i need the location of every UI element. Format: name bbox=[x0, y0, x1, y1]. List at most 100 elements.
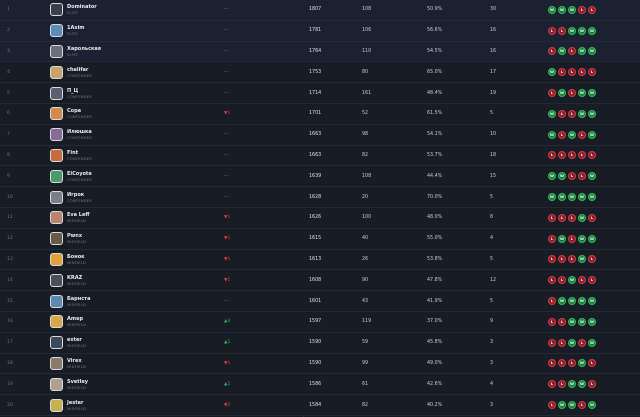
avatar[interactable] bbox=[50, 270, 63, 290]
elo-rating: 1590 bbox=[309, 340, 322, 346]
avatar[interactable] bbox=[50, 395, 63, 415]
leaderboard-row[interactable]: 14 KRAZ MIDFIELD ▼1 1608 90 47.8% 12 L L W L L bbox=[0, 270, 640, 292]
player-info[interactable]: chalifar CONTENDER bbox=[67, 62, 92, 82]
player-tier: MIDFIELD bbox=[67, 405, 86, 411]
leaderboard-row[interactable]: 18 Virex MIDFIELD ▼1 1590 99 49.0% 3 L L L W L bbox=[0, 353, 640, 375]
stat-value: 3 bbox=[490, 360, 494, 366]
player-info[interactable]: Сора CONTENDER bbox=[67, 104, 92, 124]
avatar[interactable] bbox=[50, 333, 63, 353]
avatar-image bbox=[50, 44, 63, 58]
leaderboard-row[interactable]: 6 Сора CONTENDER ▼1 1701 52 61.5% 5 W L L W W bbox=[0, 103, 640, 125]
form-result-win: W bbox=[548, 109, 556, 118]
form-result-win: W bbox=[588, 47, 596, 56]
player-info[interactable]: Eva Leff MIDFIELD bbox=[67, 208, 89, 228]
games-played: 110 bbox=[362, 48, 372, 54]
form-result-win: W bbox=[578, 255, 586, 264]
win-rate: 56.6% bbox=[427, 28, 443, 34]
leaderboard-row[interactable]: 19 Svetley MIDFIELD ▲1 1586 61 42.6% 4 L L W W L bbox=[0, 374, 640, 396]
form-result-win: W bbox=[568, 193, 576, 202]
leaderboard-rows: 1 Dominator ELITE —1807 108 50.9% 30 W W W L L 2 1Axi… bbox=[0, 0, 640, 416]
rank-change-value: — bbox=[224, 132, 229, 138]
player-info[interactable]: Jester MIDFIELD bbox=[67, 395, 86, 415]
player-info[interactable]: Игрок CONTENDER bbox=[67, 187, 92, 207]
avatar[interactable] bbox=[50, 62, 63, 82]
player-info[interactable]: Dominator ELITE bbox=[67, 0, 97, 20]
leaderboard-row[interactable]: 20 Jester MIDFIELD ▼2 1584 82 40.2% 3 L W W L W bbox=[0, 395, 640, 416]
avatar[interactable] bbox=[50, 21, 63, 41]
player-info[interactable]: П_Ц CONTENDER bbox=[67, 83, 92, 103]
form-result-win: W bbox=[578, 193, 586, 202]
recent-form: WLLLL bbox=[548, 62, 596, 82]
rank-change: ▼2 bbox=[224, 395, 254, 415]
avatar[interactable] bbox=[50, 0, 63, 20]
games-played: 52 bbox=[362, 111, 369, 117]
avatar[interactable] bbox=[50, 312, 63, 332]
leaderboard-row[interactable]: 12 Pwnx MIDFIELD ▼1 1615 40 55.0% 4 L W L W W bbox=[0, 228, 640, 250]
player-info[interactable]: Pwnx MIDFIELD bbox=[67, 229, 86, 249]
rank-number: 3 bbox=[7, 48, 10, 54]
leaderboard-row[interactable]: 17 exter MIDFIELD ▲1 1590 59 45.8% 3 L L W L W bbox=[0, 332, 640, 354]
leaderboard-row[interactable]: 3 Харольская ELITE —1764 110 54.5% 16 L W L W W bbox=[0, 41, 640, 63]
player-info[interactable]: Svetley MIDFIELD bbox=[67, 374, 88, 394]
leaderboard-row[interactable]: 8 Fint CONTENDER —1663 82 53.7% 18 L L L L L bbox=[0, 145, 640, 167]
player-tier: ELITE bbox=[67, 51, 78, 57]
stat-value: 4 bbox=[490, 381, 494, 387]
form-result-win: W bbox=[578, 359, 586, 368]
avatar[interactable] bbox=[50, 208, 63, 228]
avatar[interactable] bbox=[50, 374, 63, 394]
leaderboard-row[interactable]: 11 Eva Leff MIDFIELD ▼1 1626 100 48.0% 8 L L L W L bbox=[0, 207, 640, 229]
rank-number: 20 bbox=[7, 402, 13, 408]
form-result-loss: L bbox=[558, 380, 566, 389]
form-result-loss: L bbox=[558, 151, 566, 160]
leaderboard-row[interactable]: 13 Бонок MIDFIELD ▼1 1613 26 53.8% 5 L L L W L bbox=[0, 249, 640, 271]
avatar[interactable] bbox=[50, 42, 63, 62]
leaderboard-row[interactable]: 16 Amep MIDFIELD ▲4 1597 119 37.0% 9 L L W W W bbox=[0, 311, 640, 333]
leaderboard-row[interactable]: 4 chalifar CONTENDER —1753 80 65.0% 17 W L L L L bbox=[0, 62, 640, 84]
avatar[interactable] bbox=[50, 291, 63, 311]
leaderboard-row[interactable]: 1 Dominator ELITE —1807 108 50.9% 30 W W W L L bbox=[0, 0, 640, 21]
player-info[interactable]: Fint CONTENDER bbox=[67, 146, 92, 166]
player-info[interactable]: Харольская ELITE bbox=[67, 42, 101, 62]
form-result-win: W bbox=[568, 130, 576, 139]
leaderboard-row[interactable]: 5 П_Ц CONTENDER —1714 161 48.4% 19 L W L W W bbox=[0, 83, 640, 104]
leaderboard-row[interactable]: 9 ElCoyote CONTENDER —1639 108 44.4% 15 W W L L W bbox=[0, 166, 640, 188]
player-info[interactable]: ElCoyote CONTENDER bbox=[67, 166, 92, 186]
rank-change: ▼1 bbox=[224, 270, 254, 290]
form-result-loss: L bbox=[558, 255, 566, 264]
recent-form: LLWWW bbox=[548, 21, 596, 41]
player-info[interactable]: Virex MIDFIELD bbox=[67, 354, 86, 374]
elo-rating: 1639 bbox=[309, 173, 322, 179]
avatar-image bbox=[50, 315, 63, 329]
avatar-image bbox=[50, 336, 63, 350]
avatar[interactable] bbox=[50, 104, 63, 124]
form-result-win: W bbox=[558, 5, 566, 14]
form-result-win: W bbox=[578, 26, 586, 35]
avatar[interactable] bbox=[50, 354, 63, 374]
form-result-win: W bbox=[558, 89, 566, 98]
player-info[interactable]: KRAZ MIDFIELD bbox=[67, 270, 86, 290]
leaderboard-row[interactable]: 10 Игрок CONTENDER —1628 20 70.0% 5 W W W W W bbox=[0, 187, 640, 208]
form-result-win: W bbox=[568, 338, 576, 347]
player-info[interactable]: Бонок MIDFIELD bbox=[67, 250, 86, 270]
player-info[interactable]: Илюшка CONTENDER bbox=[67, 125, 92, 145]
leaderboard-row[interactable]: 15 Барнста MIDFIELD —1601 43 41.9% 5 L W W W W bbox=[0, 291, 640, 312]
avatar[interactable] bbox=[50, 146, 63, 166]
avatar[interactable] bbox=[50, 125, 63, 145]
avatar[interactable] bbox=[50, 83, 63, 103]
avatar-image bbox=[50, 169, 63, 183]
avatar[interactable] bbox=[50, 250, 63, 270]
player-info[interactable]: Барнста MIDFIELD bbox=[67, 291, 90, 311]
avatar[interactable] bbox=[50, 187, 63, 207]
leaderboard-row[interactable]: 2 1Axim ELITE —1781 106 56.6% 16 L L W W W bbox=[0, 20, 640, 42]
form-result-win: W bbox=[588, 26, 596, 35]
player-info[interactable]: Amep MIDFIELD bbox=[67, 312, 86, 332]
recent-form: LLLWL bbox=[548, 250, 596, 270]
games-played: 100 bbox=[362, 215, 372, 221]
avatar[interactable] bbox=[50, 229, 63, 249]
player-info[interactable]: 1Axim ELITE bbox=[67, 21, 85, 41]
form-result-loss: L bbox=[548, 317, 556, 326]
leaderboard-row[interactable]: 7 Илюшка CONTENDER —1663 98 54.1% 10 W L W L W bbox=[0, 124, 640, 146]
player-info[interactable]: exter MIDFIELD bbox=[67, 333, 86, 353]
avatar[interactable] bbox=[50, 166, 63, 186]
rank-change: ▲4 bbox=[224, 312, 254, 332]
